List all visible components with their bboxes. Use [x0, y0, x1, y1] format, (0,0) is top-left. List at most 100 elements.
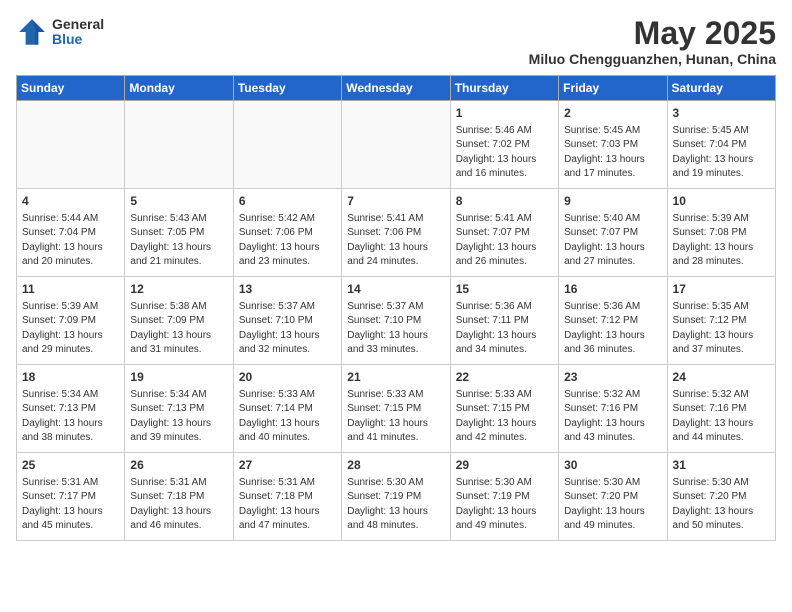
day-cell [233, 101, 341, 189]
day-number: 22 [456, 369, 553, 386]
day-number: 23 [564, 369, 661, 386]
day-info: Sunrise: 5:41 AM Sunset: 7:06 PM Dayligh… [347, 212, 444, 270]
day-cell [342, 101, 450, 189]
day-number: 19 [130, 369, 227, 386]
day-info: Sunrise: 5:37 AM Sunset: 7:10 PM Dayligh… [239, 300, 336, 358]
calendar-table: SundayMondayTuesdayWednesdayThursdayFrid… [16, 75, 776, 541]
day-number: 16 [564, 281, 661, 298]
day-number: 6 [239, 193, 336, 210]
location-subtitle: Miluo Chengguanzhen, Hunan, China [529, 51, 776, 67]
day-cell: 28 Sunrise: 5:30 AM Sunset: 7:19 PM Dayli… [342, 453, 450, 541]
header-friday: Friday [559, 76, 667, 101]
week-row-0: 1 Sunrise: 5:46 AM Sunset: 7:02 PM Daylig… [17, 101, 776, 189]
day-cell: 23 Sunrise: 5:32 AM Sunset: 7:16 PM Dayli… [559, 365, 667, 453]
day-cell: 4 Sunrise: 5:44 AM Sunset: 7:04 PM Daylig… [17, 189, 125, 277]
day-cell: 20Sunrise: 5:33 AM Sunset: 7:14 PM Dayli… [233, 365, 341, 453]
day-cell: 9 Sunrise: 5:40 AM Sunset: 7:07 PM Daylig… [559, 189, 667, 277]
day-info: Sunrise: 5:30 AM Sunset: 7:20 PM Dayligh… [673, 476, 770, 534]
day-info: Sunrise: 5:32 AM Sunset: 7:16 PM Dayligh… [564, 388, 661, 446]
logo-text: General Blue [52, 17, 104, 48]
day-number: 15 [456, 281, 553, 298]
day-info: Sunrise: 5:39 AM Sunset: 7:09 PM Dayligh… [22, 300, 119, 358]
day-info: Sunrise: 5:33 AM Sunset: 7:15 PM Dayligh… [456, 388, 553, 446]
day-info: Sunrise: 5:41 AM Sunset: 7:07 PM Dayligh… [456, 212, 553, 270]
day-number: 11 [22, 281, 119, 298]
day-info: Sunrise: 5:34 AM Sunset: 7:13 PM Dayligh… [22, 388, 119, 446]
day-info: Sunrise: 5:31 AM Sunset: 7:18 PM Dayligh… [130, 476, 227, 534]
day-cell: 3 Sunrise: 5:45 AM Sunset: 7:04 PM Daylig… [667, 101, 775, 189]
week-row-3: 18 Sunrise: 5:34 AM Sunset: 7:13 PM Dayli… [17, 365, 776, 453]
day-number: 27 [239, 457, 336, 474]
day-cell: 26Sunrise: 5:31 AM Sunset: 7:18 PM Dayli… [125, 453, 233, 541]
day-number: 25 [22, 457, 119, 474]
day-number: 13 [239, 281, 336, 298]
title-area: May 2025 Miluo Chengguanzhen, Hunan, Chi… [529, 16, 776, 67]
day-number: 8 [456, 193, 553, 210]
day-cell: 13 Sunrise: 5:37 AM Sunset: 7:10 PM Dayli… [233, 277, 341, 365]
day-number: 21 [347, 369, 444, 386]
day-number: 10 [673, 193, 770, 210]
day-info: Sunrise: 5:42 AM Sunset: 7:06 PM Dayligh… [239, 212, 336, 270]
header-monday: Monday [125, 76, 233, 101]
day-cell: 29Sunrise: 5:30 AM Sunset: 7:19 PM Dayli… [450, 453, 558, 541]
day-cell: 16Sunrise: 5:36 AM Sunset: 7:12 PM Dayli… [559, 277, 667, 365]
day-cell: 25 Sunrise: 5:31 AM Sunset: 7:17 PM Dayli… [17, 453, 125, 541]
day-info: Sunrise: 5:45 AM Sunset: 7:03 PM Dayligh… [564, 124, 661, 182]
header-row: SundayMondayTuesdayWednesdayThursdayFrid… [17, 76, 776, 101]
day-number: 14 [347, 281, 444, 298]
month-title: May 2025 [529, 16, 776, 51]
day-info: Sunrise: 5:30 AM Sunset: 7:20 PM Dayligh… [564, 476, 661, 534]
day-info: Sunrise: 5:34 AM Sunset: 7:13 PM Dayligh… [130, 388, 227, 446]
day-cell: 17 Sunrise: 5:35 AM Sunset: 7:12 PM Dayli… [667, 277, 775, 365]
day-number: 18 [22, 369, 119, 386]
header-saturday: Saturday [667, 76, 775, 101]
header-sunday: Sunday [17, 76, 125, 101]
day-info: Sunrise: 5:46 AM Sunset: 7:02 PM Dayligh… [456, 124, 553, 182]
day-number: 17 [673, 281, 770, 298]
day-cell: 8 Sunrise: 5:41 AM Sunset: 7:07 PM Daylig… [450, 189, 558, 277]
day-cell: 6 Sunrise: 5:42 AM Sunset: 7:06 PM Daylig… [233, 189, 341, 277]
logo-blue-label: Blue [52, 32, 104, 47]
day-cell: 2Sunrise: 5:45 AM Sunset: 7:03 PM Daylig… [559, 101, 667, 189]
day-cell: 30 Sunrise: 5:30 AM Sunset: 7:20 PM Dayli… [559, 453, 667, 541]
day-info: Sunrise: 5:40 AM Sunset: 7:07 PM Dayligh… [564, 212, 661, 270]
day-cell: 5Sunrise: 5:43 AM Sunset: 7:05 PM Daylig… [125, 189, 233, 277]
day-info: Sunrise: 5:45 AM Sunset: 7:04 PM Dayligh… [673, 124, 770, 182]
header-tuesday: Tuesday [233, 76, 341, 101]
day-cell: 18 Sunrise: 5:34 AM Sunset: 7:13 PM Dayli… [17, 365, 125, 453]
calendar-header: SundayMondayTuesdayWednesdayThursdayFrid… [17, 76, 776, 101]
day-info: Sunrise: 5:30 AM Sunset: 7:19 PM Dayligh… [456, 476, 553, 534]
day-cell: 15 Sunrise: 5:36 AM Sunset: 7:11 PM Dayli… [450, 277, 558, 365]
day-info: Sunrise: 5:31 AM Sunset: 7:17 PM Dayligh… [22, 476, 119, 534]
week-row-1: 4 Sunrise: 5:44 AM Sunset: 7:04 PM Daylig… [17, 189, 776, 277]
day-info: Sunrise: 5:35 AM Sunset: 7:12 PM Dayligh… [673, 300, 770, 358]
day-number: 3 [673, 105, 770, 122]
day-cell: 10Sunrise: 5:39 AM Sunset: 7:08 PM Dayli… [667, 189, 775, 277]
day-number: 28 [347, 457, 444, 474]
day-number: 30 [564, 457, 661, 474]
day-cell: 12Sunrise: 5:38 AM Sunset: 7:09 PM Dayli… [125, 277, 233, 365]
logo: General Blue [16, 16, 104, 48]
calendar-body: 1 Sunrise: 5:46 AM Sunset: 7:02 PM Daylig… [17, 101, 776, 541]
logo-icon [16, 16, 48, 48]
day-cell: 1 Sunrise: 5:46 AM Sunset: 7:02 PM Daylig… [450, 101, 558, 189]
page-header: General Blue May 2025 Miluo Chengguanzhe… [16, 16, 776, 67]
day-info: Sunrise: 5:30 AM Sunset: 7:19 PM Dayligh… [347, 476, 444, 534]
day-number: 20 [239, 369, 336, 386]
day-number: 9 [564, 193, 661, 210]
day-info: Sunrise: 5:44 AM Sunset: 7:04 PM Dayligh… [22, 212, 119, 270]
day-number: 7 [347, 193, 444, 210]
week-row-2: 11 Sunrise: 5:39 AM Sunset: 7:09 PM Dayli… [17, 277, 776, 365]
logo-general-label: General [52, 17, 104, 32]
header-wednesday: Wednesday [342, 76, 450, 101]
day-number: 1 [456, 105, 553, 122]
day-cell: 27Sunrise: 5:31 AM Sunset: 7:18 PM Dayli… [233, 453, 341, 541]
day-cell [17, 101, 125, 189]
day-info: Sunrise: 5:36 AM Sunset: 7:11 PM Dayligh… [456, 300, 553, 358]
day-cell: 24Sunrise: 5:32 AM Sunset: 7:16 PM Dayli… [667, 365, 775, 453]
day-number: 4 [22, 193, 119, 210]
day-cell: 21Sunrise: 5:33 AM Sunset: 7:15 PM Dayli… [342, 365, 450, 453]
day-info: Sunrise: 5:43 AM Sunset: 7:05 PM Dayligh… [130, 212, 227, 270]
header-thursday: Thursday [450, 76, 558, 101]
week-row-4: 25 Sunrise: 5:31 AM Sunset: 7:17 PM Dayli… [17, 453, 776, 541]
